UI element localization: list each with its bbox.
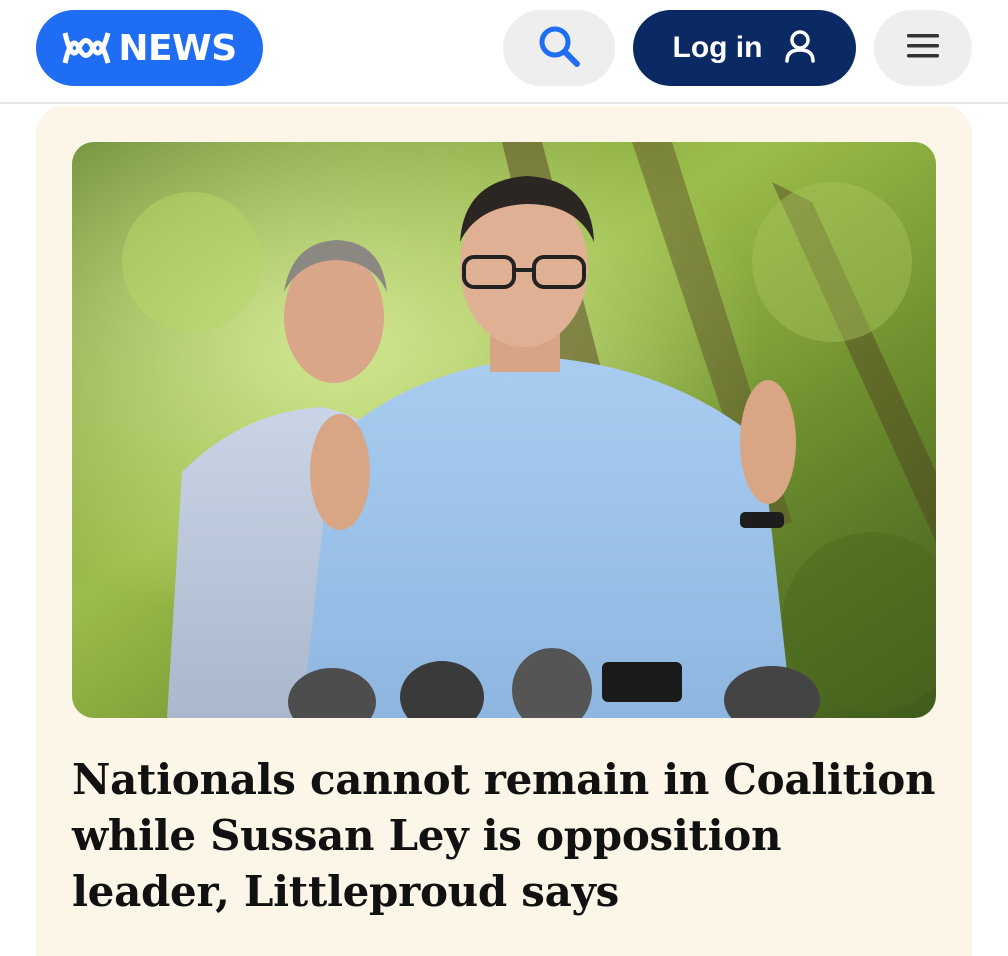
login-button[interactable]: Log in [633, 10, 856, 86]
search-button[interactable] [503, 10, 615, 86]
search-icon [535, 22, 583, 74]
article-headline[interactable]: Nationals cannot remain in Coalition whi… [72, 752, 936, 920]
login-label: Log in [672, 31, 763, 64]
menu-button[interactable] [874, 10, 972, 86]
article-hero-image[interactable] [72, 142, 936, 718]
abc-news-logo-link[interactable]: NEWS [36, 10, 263, 86]
top-navigation-bar: NEWS Log in [0, 0, 1008, 104]
user-icon [784, 29, 816, 67]
logo-text: NEWS [118, 27, 237, 69]
abc-logo-icon [62, 31, 112, 65]
hamburger-menu-icon [906, 32, 940, 64]
